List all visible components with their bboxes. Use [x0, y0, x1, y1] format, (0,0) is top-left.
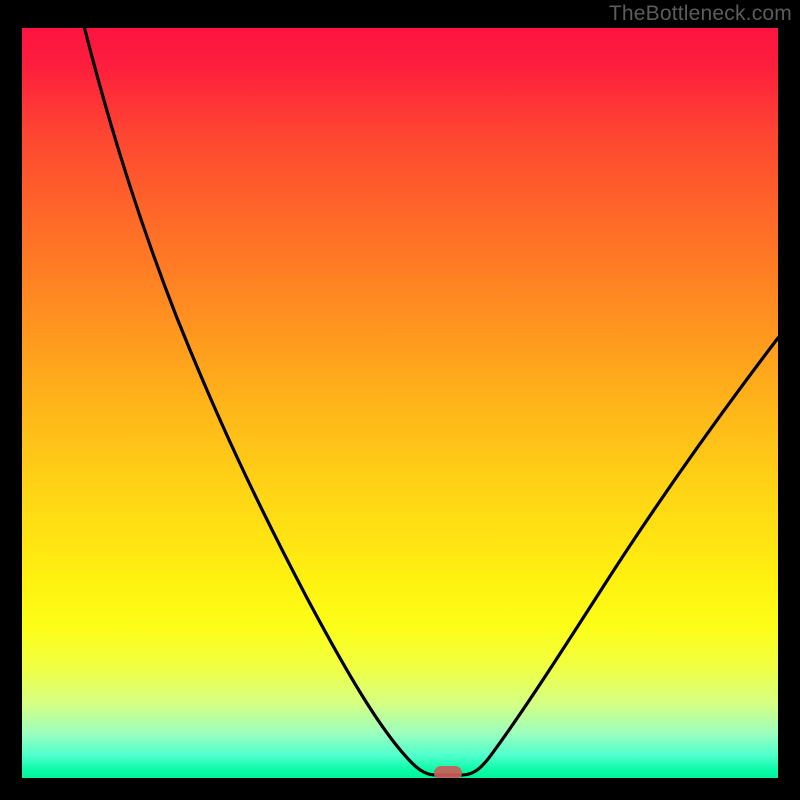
bottleneck-curve	[22, 28, 778, 778]
curve-path	[82, 28, 778, 775]
watermark-text: TheBottleneck.com	[609, 2, 792, 26]
optimum-marker	[434, 766, 462, 778]
plot-area	[22, 28, 778, 778]
chart-frame: TheBottleneck.com	[0, 0, 800, 800]
